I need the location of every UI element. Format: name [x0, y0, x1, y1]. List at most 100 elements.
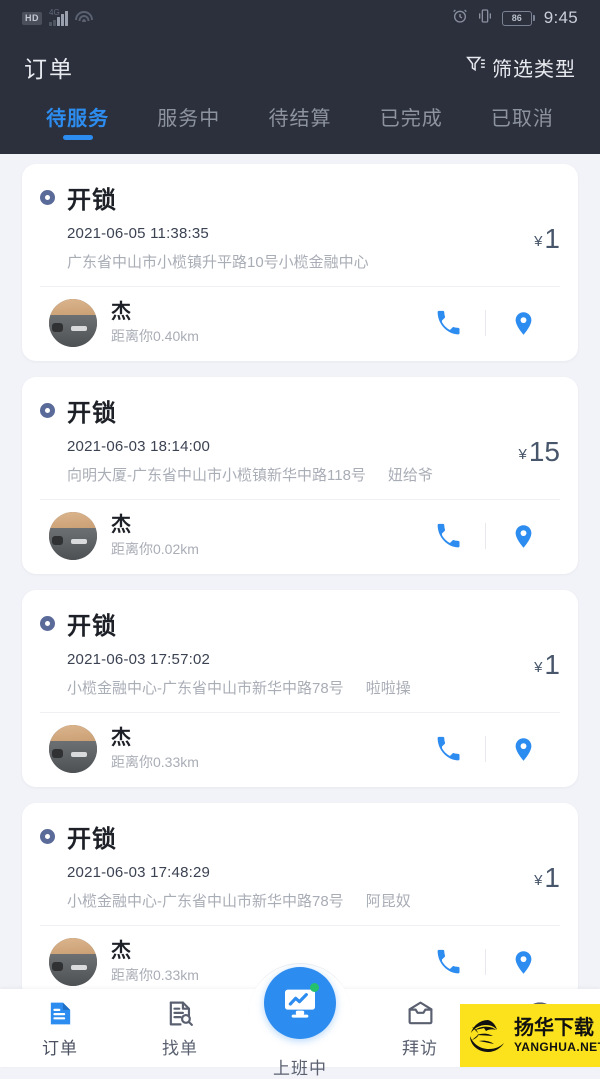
tab-in-service[interactable]: 服务中: [133, 98, 244, 131]
location-button[interactable]: [486, 736, 560, 763]
currency-symbol: ¥: [534, 233, 543, 250]
order-card[interactable]: 开锁 2021-06-05 11:38:35 广东省中山市小榄镇升平路10号小榄…: [22, 164, 578, 361]
status-bar: HD 4G 86 9:45: [0, 0, 600, 36]
filter-type-button[interactable]: 筛选类型: [465, 53, 576, 82]
order-card-body: 2021-06-03 18:14:00 向明大厦-广东省中山市小榄镇新华中路11…: [40, 428, 560, 499]
clock-label: 9:45: [543, 8, 578, 27]
order-card[interactable]: 开锁 2021-06-03 17:57:02 小榄金融中心-广东省中山市新华中路…: [22, 590, 578, 787]
watermark-text: 扬华下载 YANGHUA.NET: [514, 1018, 600, 1053]
customer-info: 杰 距离你0.02km: [111, 513, 411, 559]
inbox-tray-icon: [406, 998, 435, 1029]
order-card-footer: 杰 距离你0.33km: [40, 713, 560, 787]
battery-icon: 86: [501, 10, 535, 26]
order-card-body: 2021-06-05 11:38:35 广东省中山市小榄镇升平路10号小榄金融中…: [40, 215, 560, 286]
avatar: [49, 299, 97, 347]
customer-info: 杰 距离你0.33km: [111, 726, 411, 772]
price-value: 1: [544, 649, 560, 680]
phone-icon: [437, 949, 459, 973]
order-card[interactable]: 开锁 2021-06-03 18:14:00 向明大厦-广东省中山市小榄镇新华中…: [22, 377, 578, 574]
watermark-en-label: YANGHUA.NET: [514, 1040, 600, 1054]
alarm-clock-icon: [452, 8, 468, 29]
customer-name: 杰: [111, 514, 131, 536]
tab-label: 服务中: [157, 108, 221, 130]
order-time: 2021-06-03 18:14:00: [67, 438, 211, 455]
avatar: [49, 938, 97, 986]
order-address: 广东省中山市小榄镇升平路10号小榄金融中心: [67, 254, 369, 271]
order-card-header: 开锁: [40, 393, 560, 428]
order-address: 小榄金融中心-广东省中山市新华中路78号: [67, 893, 344, 910]
order-card-header: 开锁: [40, 819, 560, 854]
nav-label: 订单: [42, 1039, 78, 1058]
watermark-cn-label: 扬华下载: [514, 1017, 594, 1039]
nav-item-working-status[interactable]: 上班中: [240, 963, 360, 1079]
order-address: 小榄金融中心-广东省中山市新华中路78号: [67, 680, 344, 697]
online-badge-dot: [310, 983, 319, 992]
order-price: ¥1: [524, 225, 560, 256]
tab-cancelled[interactable]: 已取消: [467, 98, 578, 131]
nav-label: 找单: [162, 1039, 198, 1058]
customer-info: 杰 距离你0.40km: [111, 300, 411, 346]
order-list[interactable]: 开锁 2021-06-05 11:38:35 广东省中山市小榄镇升平路10号小榄…: [0, 154, 600, 1067]
hd-icon: HD: [22, 11, 42, 25]
order-card-header: 开锁: [40, 606, 560, 641]
order-type-title: 开锁: [67, 187, 117, 214]
tab-pending-service[interactable]: 待服务: [22, 98, 133, 140]
tab-completed[interactable]: 已完成: [356, 98, 467, 131]
order-type-title: 开锁: [67, 826, 117, 853]
order-document-icon: [46, 998, 75, 1029]
order-card-footer: 杰 距离你0.40km: [40, 287, 560, 361]
order-type-title: 开锁: [67, 613, 117, 640]
tab-active-indicator: [62, 135, 93, 140]
currency-symbol: ¥: [534, 659, 543, 676]
tab-pending-settlement[interactable]: 待结算: [244, 98, 355, 131]
customer-distance: 距离你0.33km: [111, 754, 199, 770]
order-actions: [411, 522, 560, 551]
nav-item-find-order[interactable]: 找单: [120, 989, 240, 1059]
customer-name: 杰: [111, 727, 131, 749]
status-bar-left: HD 4G: [22, 8, 93, 26]
order-address-row: 小榄金融中心-广东省中山市新华中路78号 阿昆奴: [67, 890, 524, 911]
order-address-row: 小榄金融中心-广东省中山市新华中路78号 啦啦操: [67, 677, 524, 698]
order-status-dot-icon: [40, 190, 55, 205]
customer-info: 杰 距离你0.33km: [111, 939, 411, 985]
order-card-header: 开锁: [40, 180, 560, 215]
price-value: 1: [544, 223, 560, 254]
order-actions: [411, 309, 560, 338]
order-actions: [411, 735, 560, 764]
order-status-tabs: 待服务 服务中 待结算 已完成 已取消: [0, 98, 600, 154]
order-card-body: 2021-06-03 17:57:02 小榄金融中心-广东省中山市新华中路78号…: [40, 641, 560, 712]
wifi-icon: [75, 11, 93, 25]
watermark: 扬华下载 YANGHUA.NET: [460, 1004, 600, 1067]
tab-label: 待结算: [268, 108, 332, 130]
nav-label: 拜访: [402, 1039, 438, 1058]
currency-symbol: ¥: [518, 446, 527, 463]
tab-label: 已完成: [379, 108, 443, 130]
working-status-fab[interactable]: [264, 967, 336, 1039]
status-bar-right: 86 9:45: [452, 8, 578, 29]
call-button[interactable]: [411, 735, 485, 764]
watermark-logo-icon: [466, 1016, 510, 1056]
filter-funnel-icon: [465, 54, 486, 81]
vibrate-icon: [477, 8, 493, 29]
phone-icon: [437, 736, 459, 760]
order-card-body: 2021-06-03 17:48:29 小榄金融中心-广东省中山市新华中路78号…: [40, 854, 560, 925]
nav-item-orders[interactable]: 订单: [0, 989, 120, 1059]
currency-symbol: ¥: [534, 872, 543, 889]
call-button[interactable]: [411, 522, 485, 551]
order-price: ¥1: [524, 651, 560, 682]
order-card-footer: 杰 距离你0.02km: [40, 500, 560, 574]
location-button[interactable]: [486, 310, 560, 337]
location-pin-icon: [515, 950, 531, 974]
order-time: 2021-06-05 11:38:35: [67, 225, 209, 242]
top-bar: HD 4G 86 9:45 订单 筛选类型 待服务 服务中 待结算 已完成 已取…: [0, 0, 600, 154]
location-button[interactable]: [486, 949, 560, 976]
call-button[interactable]: [411, 948, 485, 977]
app-header: 订单 筛选类型: [0, 36, 600, 98]
signal-bars-icon: 4G: [49, 8, 68, 26]
call-button[interactable]: [411, 309, 485, 338]
customer-distance: 距离你0.40km: [111, 328, 199, 344]
customer-distance: 距离你0.02km: [111, 541, 199, 557]
order-actions: [411, 948, 560, 977]
location-pin-icon: [515, 524, 531, 548]
location-button[interactable]: [486, 523, 560, 550]
